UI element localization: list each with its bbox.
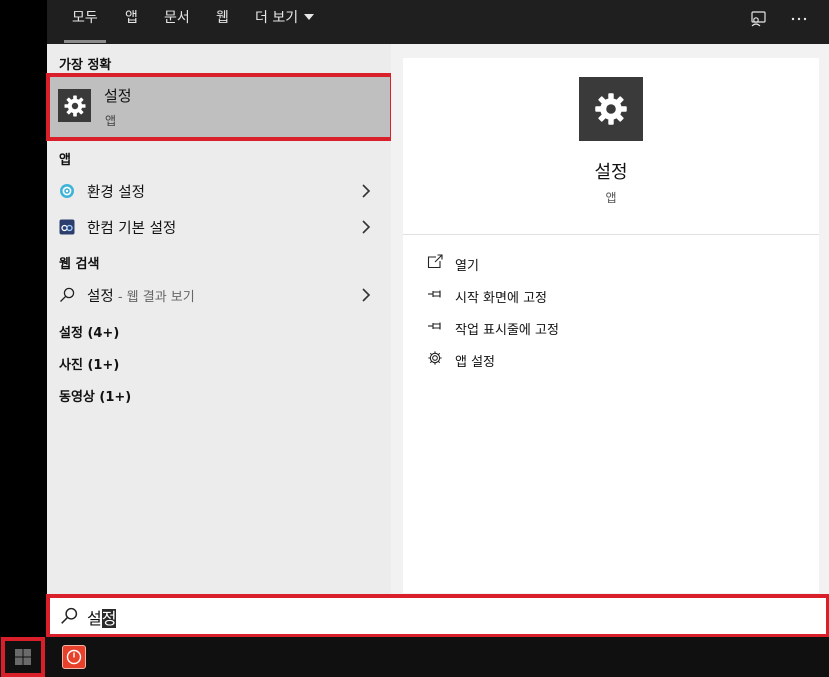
web-result-label: 설정 - 웹 결과 보기 — [87, 285, 195, 306]
list-item-control-panel[interactable]: 환경 설정 — [47, 175, 391, 207]
start-button[interactable] — [1, 637, 45, 677]
search-query-text: 설정 — [87, 605, 117, 629]
search-input[interactable]: 설정 — [46, 594, 829, 638]
gear-icon — [58, 89, 91, 122]
pin-icon — [427, 318, 443, 334]
tab-documents-label: 문서 — [164, 10, 190, 26]
open-icon — [427, 254, 443, 270]
search-icon — [60, 607, 78, 625]
search-query-selected: 정 — [101, 609, 117, 628]
group-settings[interactable]: 설정 (4+) — [59, 322, 119, 341]
tab-all-label: 모두 — [72, 10, 98, 26]
more-icon[interactable] — [788, 8, 810, 30]
action-label: 열기 — [455, 259, 479, 274]
action-open[interactable]: 열기 — [427, 252, 727, 276]
chevron-right-icon[interactable] — [360, 219, 372, 235]
control-panel-icon — [59, 183, 75, 199]
tab-web[interactable]: 웹 — [216, 0, 229, 44]
preview-type: 앱 — [605, 191, 617, 205]
pin-icon — [427, 286, 443, 302]
action-label: 작업 표시줄에 고정 — [455, 323, 559, 338]
list-item-label: 환경 설정 — [87, 185, 145, 201]
group-videos[interactable]: 동영상 (1+) — [59, 386, 131, 405]
preview-panel: 설정 앱 열기 시작 화면에 고정 작업 표시줄에 고정 앱 설정 — [391, 44, 829, 595]
list-item-web-result[interactable]: 설정 - 웹 결과 보기 — [47, 279, 391, 311]
preview-card: 설정 앱 열기 시작 화면에 고정 작업 표시줄에 고정 앱 설정 — [403, 58, 819, 593]
chevron-right-icon[interactable] — [360, 183, 372, 199]
chevron-down-icon — [304, 14, 315, 20]
tab-documents[interactable]: 문서 — [164, 0, 190, 44]
action-label: 시작 화면에 고정 — [455, 291, 547, 306]
web-result-query: 설정 — [87, 289, 114, 305]
results-panel: 가장 정확 설정 앱 앱 환경 설정 한컴 기본 설정 웹 검색 설정 - 웹 … — [46, 44, 394, 595]
group-photos[interactable]: 사진 (1+) — [59, 354, 119, 373]
tab-web-label: 웹 — [216, 10, 229, 26]
chevron-right-icon[interactable] — [360, 287, 372, 303]
action-pin-taskbar[interactable]: 작업 표시줄에 고정 — [427, 316, 727, 340]
gear-icon — [427, 350, 443, 366]
hancom-settings-icon — [59, 219, 75, 235]
gear-icon — [579, 77, 643, 141]
preview-title: 설정 — [594, 162, 628, 183]
tab-more[interactable]: 더 보기 — [255, 0, 315, 44]
taskbar — [0, 637, 829, 677]
tab-more-label: 더 보기 — [255, 10, 299, 26]
tab-apps-label: 앱 — [125, 10, 138, 26]
feedback-icon[interactable] — [747, 8, 769, 30]
web-search-header: 웹 검색 — [59, 257, 100, 272]
search-filter-bar: 모두 앱 문서 웹 더 보기 — [47, 0, 829, 44]
search-query-plain: 설 — [87, 609, 102, 628]
best-match-header: 가장 정확 — [59, 58, 112, 73]
list-item-label: 한컴 기본 설정 — [87, 221, 177, 237]
action-pin-start[interactable]: 시작 화면에 고정 — [427, 284, 727, 308]
list-item-hancom-settings[interactable]: 한컴 기본 설정 — [47, 211, 391, 243]
apps-header: 앱 — [59, 153, 71, 168]
taskbar-app-power-icon[interactable] — [62, 645, 86, 669]
action-app-settings[interactable]: 앱 설정 — [427, 348, 727, 372]
best-match-item[interactable]: 설정 앱 — [46, 73, 394, 141]
best-match-subtitle: 앱 — [105, 114, 117, 128]
tab-all[interactable]: 모두 — [64, 0, 106, 44]
best-match-title: 설정 — [104, 87, 132, 105]
divider — [403, 234, 819, 235]
web-result-hint: - 웹 결과 보기 — [113, 290, 195, 305]
search-icon — [59, 287, 75, 303]
action-label: 앱 설정 — [455, 355, 496, 370]
tab-apps[interactable]: 앱 — [125, 0, 138, 44]
windows-logo-icon — [15, 649, 31, 665]
